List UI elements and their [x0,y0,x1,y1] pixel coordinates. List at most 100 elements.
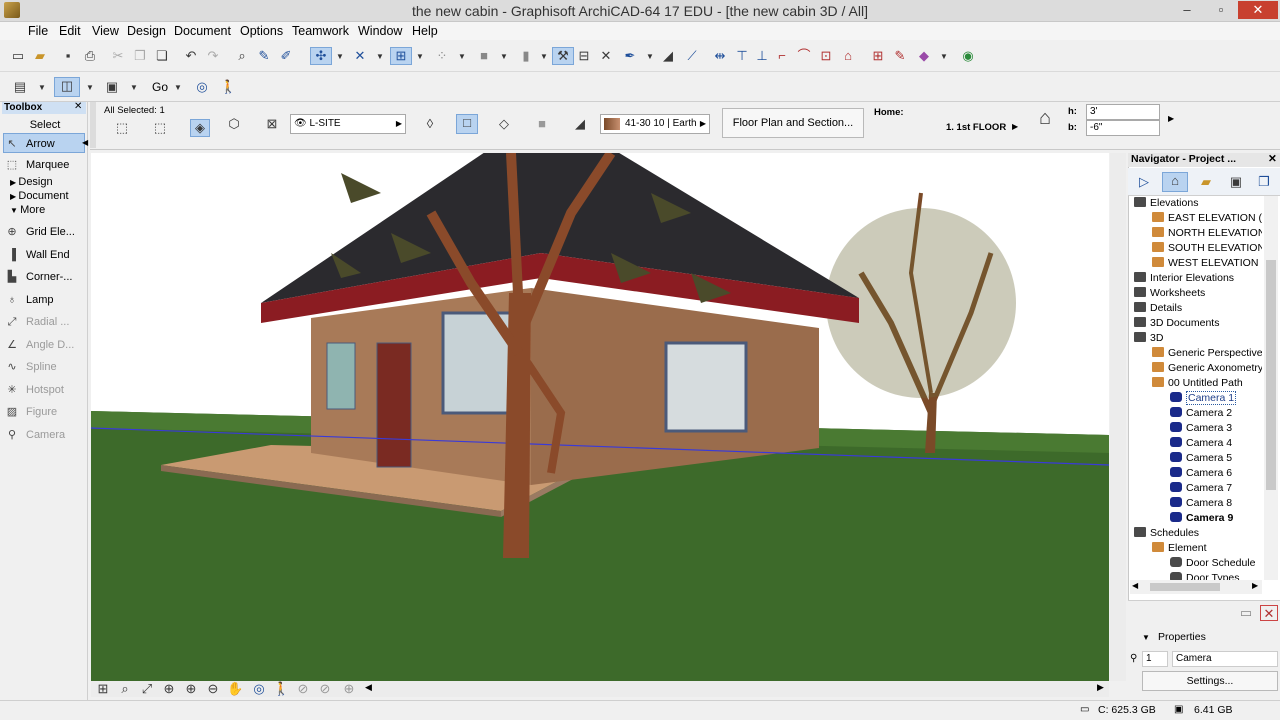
eyedropper-icon[interactable]: ✎ [256,48,272,64]
viewport-horizontal-scrollbar[interactable]: ⊞ ⌕ ⤢ ⊕ ⊕ ⊖ ✋ ◎ 🚶 ⊘ ⊘ ⊕ ◀ ▶ [91,681,1109,697]
chevron-right-icon[interactable]: ▶ [1012,122,1018,131]
align-top-icon[interactable]: ⊤ [734,48,750,64]
tool-grid-element[interactable]: ⊕ Grid Ele... [4,222,86,242]
navigator-item[interactable]: Door Schedule [1170,556,1255,571]
dropdown-arrow[interactable]: ▼ [174,83,182,92]
navigator-item[interactable]: 00 Untitled Path [1152,376,1243,391]
tool-spline[interactable]: ∿ Spline [4,357,86,377]
menu-window[interactable]: Window [358,24,402,38]
settings-button[interactable]: Settings... [1142,671,1278,691]
zoom-previous-icon[interactable]: ⊘ [295,681,311,697]
navigator-scrollbar[interactable] [1264,196,1278,580]
navigator-item[interactable]: Camera 9 [1170,511,1233,526]
open-folder-icon[interactable]: ▰ [32,48,48,64]
bottom-input[interactable]: -6" [1086,120,1160,136]
tool-lamp[interactable]: ♁ Lamp [4,290,86,310]
layout-book-icon[interactable]: ▣ [104,79,120,95]
navigator-item[interactable]: Door Types [1170,571,1240,580]
floor-plan-section-button[interactable]: Floor Plan and Section... [722,108,864,138]
mirror-icon[interactable]: ⇹ [712,48,728,64]
elevation-link-icon[interactable]: ⌂ [1032,108,1058,134]
new-file-icon[interactable]: ▭ [10,48,26,64]
scroll-left-icon[interactable]: ◀ [365,682,372,693]
layout-book-icon[interactable]: ▰ [1198,174,1214,190]
close-button[interactable]: ✕ [1238,1,1278,19]
height-input[interactable]: 3' [1086,104,1160,120]
paste-icon[interactable]: ❏ [154,48,170,64]
menu-teamwork[interactable]: Teamwork [292,24,349,38]
lock-icon[interactable]: ▮ [518,48,534,64]
project-map-icon[interactable]: ▷ [1132,174,1156,190]
table-icon[interactable]: ⊟ [576,48,592,64]
dropdown-arrow[interactable]: ▼ [86,83,94,92]
new-view-icon[interactable]: ▭ [1238,605,1254,621]
delete-x-icon[interactable]: ✕ [598,48,614,64]
minimize-button[interactable]: – [1172,1,1202,19]
tool-angle-dimension[interactable]: ∠ Angle D... [4,335,86,355]
cut-icon[interactable]: ✂ [110,48,126,64]
scroll-left-icon[interactable]: ◀ [1132,581,1138,590]
tool-marquee[interactable]: ⬚ Marquee [4,155,86,175]
pan-hand-icon[interactable]: ✋ [227,681,243,697]
group-design[interactable]: ▶ Design [4,175,86,189]
navigator-item[interactable]: Camera 7 [1170,481,1232,496]
save-icon[interactable]: ▪ [60,48,76,64]
group-document[interactable]: ▶ Document [4,189,86,203]
dropdown-arrow[interactable]: ▼ [416,52,424,61]
gravity-icon[interactable]: ✣ [310,47,332,65]
dropdown-arrow[interactable]: ▼ [500,52,508,61]
viewport-vertical-scrollbar[interactable] [1110,153,1126,681]
tool-figure[interactable]: ▨ Figure [4,402,86,422]
snap-grid-icon[interactable]: ⊞ [390,47,412,65]
print-icon[interactable]: ⎙ [82,48,98,64]
dropdown-arrow[interactable]: ▼ [38,83,46,92]
menu-file[interactable]: File [28,24,48,38]
scroll-right-icon[interactable]: ▶ [1097,682,1104,693]
navigator-item[interactable]: Worksheets [1134,286,1205,301]
chevron-right-icon[interactable]: ▶ [1168,114,1174,123]
dropdown-arrow[interactable]: ▼ [458,52,466,61]
orbit-icon[interactable]: ◎ [251,681,267,697]
dropdown-arrow[interactable]: ▼ [376,52,384,61]
navigator-item[interactable]: Camera 2 [1170,406,1232,421]
maximize-button[interactable]: ▫ [1206,1,1236,19]
navigator-item[interactable]: Element [1152,541,1207,556]
collapse-arrow-icon[interactable]: ▼ [1142,633,1150,642]
find-select-icon[interactable]: ⌕ [234,48,250,64]
layer-select[interactable]: 👁 L-SITE ▶ [290,114,406,134]
zoom-out-icon[interactable]: ⊖ [205,681,221,697]
view-id-input[interactable]: 1 [1142,651,1168,667]
syringe-icon[interactable]: ✐ [278,48,294,64]
navigator-item[interactable]: Camera 4 [1170,436,1232,451]
explore-model-icon[interactable]: ◎ [194,79,210,95]
organizer-icon[interactable]: ❐ [1256,174,1272,190]
menu-document[interactable]: Document [174,24,231,38]
navigator-close-icon[interactable]: ✕ [1268,153,1277,165]
home-story-value[interactable]: 1. 1st FLOOR [946,122,1006,133]
suspend-groups-icon[interactable]: ⚒ [552,47,574,65]
guide-lines-icon[interactable]: ✕ [352,48,368,64]
redo-icon[interactable]: ↷ [205,48,221,64]
render-icon[interactable]: ◆ [916,48,932,64]
menu-help[interactable]: Help [412,24,438,38]
walk-icon[interactable]: 🚶 [220,79,236,95]
corner-icon[interactable]: ⌐ [774,48,790,64]
line-type-icon[interactable]: ◊ [422,116,438,132]
group-more[interactable]: ▼ More [4,203,86,217]
surface-icon[interactable]: ◢ [572,116,588,132]
navigator-item[interactable]: Elevations [1134,196,1198,211]
floor-plan-view-icon[interactable]: ▤ [12,79,28,95]
trim-icon[interactable]: ✒ [622,48,638,64]
navigator-item[interactable]: WEST ELEVATION (Au [1152,256,1262,271]
zoom-next-icon[interactable]: ⊘ [317,681,333,697]
rotated-rectangle-icon[interactable]: ◇ [496,116,512,132]
copy-icon[interactable]: ❐ [132,48,148,64]
scroll-right-icon[interactable]: ▶ [1252,581,1258,590]
navigator-item[interactable]: NORTH ELEVATION (A [1152,226,1262,241]
undo-icon[interactable]: ↶ [183,48,199,64]
dropdown-arrow[interactable]: ▼ [336,52,344,61]
pen-sets-icon[interactable]: ✎ [892,48,908,64]
dropdown-arrow[interactable]: ▼ [940,52,948,61]
tool-wall-end[interactable]: ▐ Wall End [4,245,86,265]
zoom-extents-icon[interactable]: ⊕ [341,681,357,697]
